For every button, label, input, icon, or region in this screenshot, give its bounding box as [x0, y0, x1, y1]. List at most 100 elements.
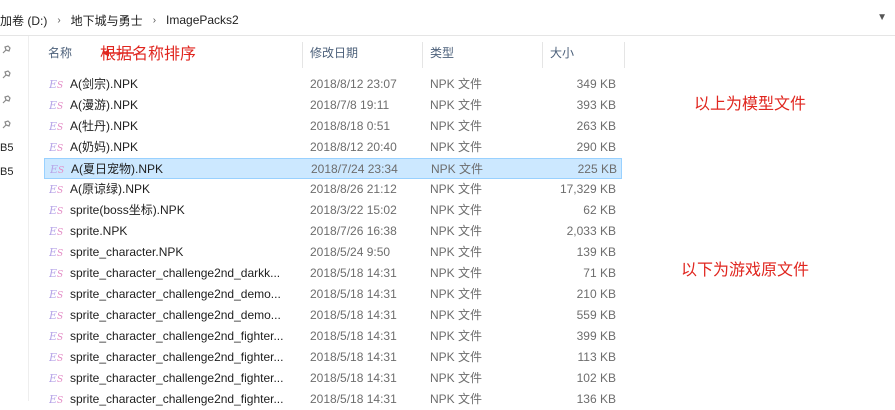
model-files-annotation: 以上为模型文件 — [694, 94, 807, 113]
column-header-date-label: 修改日期 — [310, 46, 359, 60]
file-modified-date: 2018/7/8 19:11 — [310, 98, 390, 112]
file-type: NPK 文件 — [430, 77, 483, 91]
npk-file-icon-subglyph: S — [57, 186, 64, 196]
column-divider[interactable] — [624, 42, 625, 68]
npk-file-icon-subglyph: S — [57, 396, 64, 406]
file-size: 225 KB — [577, 162, 617, 176]
column-header-size-label: 大小 — [550, 46, 575, 60]
npk-file-icon: ES — [49, 200, 67, 221]
file-name: sprite_character_challenge2nd_demo... — [70, 308, 281, 322]
column-header-date[interactable]: 修改日期 — [304, 36, 422, 70]
pin-icon[interactable] — [0, 44, 12, 56]
npk-file-icon-subglyph: S — [57, 207, 64, 217]
nav-item-label[interactable]: B5 — [0, 142, 13, 154]
file-size: 2,033 KB — [566, 224, 616, 238]
pin-icon[interactable] — [0, 94, 12, 106]
file-type: NPK 文件 — [430, 98, 483, 112]
file-row[interactable]: ES sprite_character.NPK 2018/5/24 9:50 NPK … — [44, 242, 622, 263]
file-row[interactable]: ES A(剑宗).NPK 2018/8/12 23:07 NPK 文件 349 KB — [44, 74, 622, 95]
file-name: sprite_character_challenge2nd_fighter... — [70, 350, 284, 364]
npk-file-icon-glyph: E — [49, 183, 58, 196]
npk-file-icon: ES — [49, 221, 67, 242]
file-row[interactable]: ES sprite_character_challenge2nd_fighter.… — [44, 326, 622, 347]
file-name: sprite_character_challenge2nd_fighter... — [70, 329, 284, 343]
column-divider[interactable] — [542, 42, 543, 68]
npk-file-icon: ES — [49, 137, 67, 158]
npk-file-icon-glyph: E — [49, 78, 58, 91]
file-size: 139 KB — [576, 245, 616, 259]
npk-file-icon-subglyph: S — [57, 81, 64, 91]
file-row[interactable]: ES sprite_character_challenge2nd_fighter.… — [44, 368, 622, 389]
file-row[interactable]: ES A(牡丹).NPK 2018/8/18 0:51 NPK 文件 263 KB — [44, 116, 622, 137]
file-name: A(剑宗).NPK — [70, 77, 139, 91]
file-modified-date: 2018/7/24 23:34 — [311, 162, 398, 176]
pane-divider[interactable] — [28, 36, 29, 401]
address-dropdown-icon[interactable]: ▼ — [877, 12, 887, 23]
pin-icon[interactable] — [0, 69, 12, 81]
file-row[interactable]: ES sprite_character_challenge2nd_fighter.… — [44, 347, 622, 368]
file-row[interactable]: ES sprite_character_challenge2nd_darkk...… — [44, 263, 622, 284]
file-name: sprite.NPK — [70, 224, 128, 238]
file-type: NPK 文件 — [430, 371, 483, 385]
file-modified-date: 2018/5/18 14:31 — [310, 350, 397, 364]
file-type: NPK 文件 — [431, 162, 484, 176]
file-name: A(原谅绿).NPK — [70, 182, 151, 196]
file-type: NPK 文件 — [430, 308, 483, 322]
breadcrumb-separator-icon[interactable]: › — [53, 15, 64, 26]
npk-file-icon-glyph: E — [49, 393, 58, 406]
nav-item-label[interactable]: B5 — [0, 166, 13, 178]
file-row[interactable]: ES A(奶妈).NPK 2018/8/12 20:40 NPK 文件 290 KB — [44, 137, 622, 158]
file-size: 136 KB — [576, 392, 616, 406]
npk-file-icon: ES — [49, 263, 67, 284]
breadcrumb-drive[interactable]: 加卷 (D:) — [0, 12, 53, 29]
npk-file-icon: ES — [49, 305, 67, 326]
npk-file-icon-subglyph: S — [57, 123, 64, 133]
breadcrumb: 加卷 (D:) › 地下城与勇士 › ImagePacks2 — [0, 10, 245, 30]
npk-file-icon: ES — [49, 179, 67, 200]
file-modified-date: 2018/5/18 14:31 — [310, 287, 397, 301]
npk-file-icon-glyph: E — [49, 372, 58, 385]
npk-file-icon-subglyph: S — [57, 249, 64, 259]
navigation-pane: B5 B5 — [0, 36, 14, 401]
file-modified-date: 2018/5/18 14:31 — [310, 329, 397, 343]
breadcrumb-folder-dnf[interactable]: 地下城与勇士 — [65, 12, 149, 29]
npk-file-icon-subglyph: S — [57, 375, 64, 385]
file-modified-date: 2018/8/18 0:51 — [310, 119, 391, 133]
file-name: A(牡丹).NPK — [70, 119, 139, 133]
npk-file-icon-glyph: E — [49, 204, 58, 217]
column-header-type[interactable]: 类型 — [424, 36, 542, 70]
column-divider[interactable] — [422, 42, 423, 68]
file-type: NPK 文件 — [430, 203, 483, 217]
npk-file-icon: ES — [49, 368, 67, 389]
npk-file-icon-glyph: E — [49, 141, 58, 154]
npk-file-icon: ES — [49, 326, 67, 347]
file-size: 210 KB — [576, 287, 616, 301]
file-row[interactable]: ES A(漫游).NPK 2018/7/8 19:11 NPK 文件 393 KB — [44, 95, 622, 116]
npk-file-icon-glyph: E — [49, 351, 58, 364]
address-bar[interactable]: 加卷 (D:) › 地下城与勇士 › ImagePacks2 ▼ — [0, 0, 895, 36]
file-type: NPK 文件 — [430, 140, 483, 154]
file-row[interactable]: ES sprite_character_challenge2nd_demo... 2… — [44, 305, 622, 326]
breadcrumb-separator-icon[interactable]: › — [149, 15, 160, 26]
file-modified-date: 2018/8/26 21:12 — [310, 182, 397, 196]
breadcrumb-folder-imagepacks2[interactable]: ImagePacks2 — [160, 13, 245, 27]
file-row[interactable]: ES A(原谅绿).NPK 2018/8/26 21:12 NPK 文件 17,329 … — [44, 179, 622, 200]
pin-icon[interactable] — [0, 119, 12, 131]
file-size: 17,329 KB — [559, 182, 616, 196]
file-size: 559 KB — [576, 308, 616, 322]
column-header-size[interactable]: 大小 — [544, 36, 624, 70]
file-type: NPK 文件 — [430, 224, 483, 238]
npk-file-icon-glyph: E — [49, 288, 58, 301]
file-row[interactable]: ES A(夏日宠物).NPK 2018/7/24 23:34 NPK 文件 225 KB — [44, 158, 622, 179]
file-modified-date: 2018/7/26 16:38 — [310, 224, 397, 238]
file-modified-date: 2018/8/12 20:40 — [310, 140, 397, 154]
file-type: NPK 文件 — [430, 350, 483, 364]
npk-file-icon-glyph: E — [49, 225, 58, 238]
column-divider[interactable] — [302, 42, 303, 68]
file-modified-date: 2018/5/18 14:31 — [310, 371, 397, 385]
file-row[interactable]: ES sprite_character_challenge2nd_demo... 2… — [44, 284, 622, 305]
file-row[interactable]: ES sprite(boss坐标).NPK 2018/3/22 15:02 NPK 文… — [44, 200, 622, 221]
file-row[interactable]: ES sprite_character_challenge2nd_fighter.… — [44, 389, 622, 410]
file-type: NPK 文件 — [430, 182, 483, 196]
file-row[interactable]: ES sprite.NPK 2018/7/26 16:38 NPK 文件 2,033 K… — [44, 221, 622, 242]
